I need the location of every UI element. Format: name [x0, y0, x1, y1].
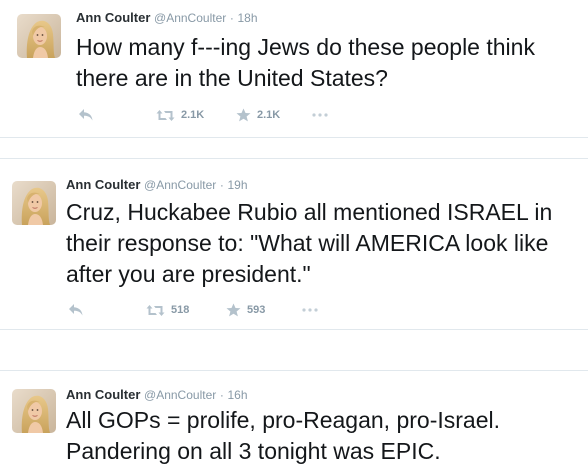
reply-button[interactable] — [78, 107, 94, 123]
favorite-count: 593 — [247, 304, 266, 316]
tweet-text: Cruz, Huckabee Rubio all mentioned ISRAE… — [66, 199, 553, 287]
separator-dot: · — [219, 178, 224, 192]
tweet-timestamp[interactable]: 19h — [227, 178, 247, 192]
author-fullname[interactable]: Ann Coulter — [66, 387, 140, 402]
tweet-card[interactable]: Ann Coulter @AnnCoulter · 19h Cruz, Huck… — [0, 158, 588, 330]
more-icon — [302, 308, 318, 312]
reply-icon — [79, 109, 93, 121]
author-username[interactable]: @AnnCoulter — [144, 178, 216, 192]
tweet-header: Ann Coulter @AnnCoulter · 18h — [76, 10, 258, 26]
tweet-card[interactable]: Ann Coulter @AnnCoulter · 16h All GOPs =… — [0, 370, 588, 475]
tweet-timestamp[interactable]: 18h — [237, 11, 257, 25]
reply-button[interactable] — [68, 302, 84, 318]
tweet-timestamp[interactable]: 16h — [227, 388, 247, 402]
retweet-count: 518 — [171, 304, 190, 316]
retweet-icon — [156, 109, 175, 121]
separator-dot: · — [219, 388, 224, 402]
tweet-header: Ann Coulter @AnnCoulter · 19h — [66, 177, 248, 193]
avatar[interactable] — [17, 14, 61, 58]
retweet-icon — [146, 304, 165, 316]
more-options-button[interactable] — [302, 302, 318, 318]
tweet-text: How many f---ing Jews do these people th… — [76, 34, 535, 91]
author-username[interactable]: @AnnCoulter — [144, 388, 216, 402]
tweet-text: All GOPs = prolife, pro-Reagan, pro-Isra… — [66, 407, 500, 464]
author-fullname[interactable]: Ann Coulter — [66, 177, 140, 192]
tweet-card[interactable]: Ann Coulter @AnnCoulter · 18h How many f… — [0, 0, 588, 138]
more-options-button[interactable] — [312, 107, 328, 123]
star-icon — [226, 303, 241, 317]
retweet-button[interactable]: 2.1K — [156, 107, 204, 123]
favorite-button[interactable]: 593 — [226, 302, 265, 318]
separator-dot: · — [229, 11, 234, 25]
favorite-button[interactable]: 2.1K — [236, 107, 280, 123]
retweet-button[interactable]: 518 — [146, 302, 189, 318]
avatar[interactable] — [12, 389, 56, 433]
favorite-count: 2.1K — [257, 109, 281, 121]
author-fullname[interactable]: Ann Coulter — [76, 10, 150, 25]
reply-icon — [69, 304, 83, 316]
more-icon — [312, 113, 328, 117]
retweet-count: 2.1K — [181, 109, 205, 121]
avatar[interactable] — [12, 181, 56, 225]
author-username[interactable]: @AnnCoulter — [154, 11, 226, 25]
tweet-header: Ann Coulter @AnnCoulter · 16h — [66, 387, 248, 403]
star-icon — [236, 108, 251, 122]
